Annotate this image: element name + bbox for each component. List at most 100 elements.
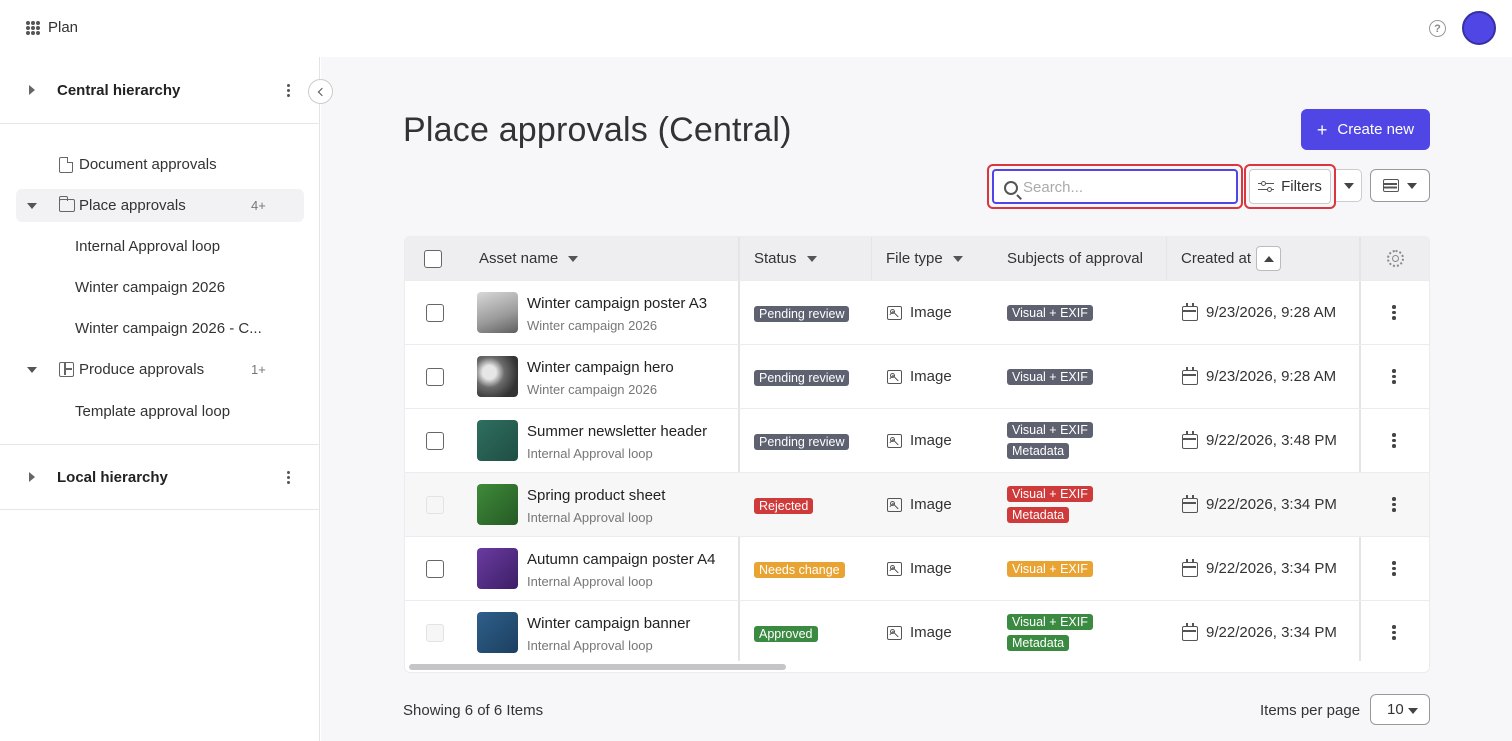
sort-caret-icon[interactable] — [952, 255, 963, 262]
column-header-created-at[interactable]: Created at — [1181, 237, 1282, 280]
table-row[interactable]: Winter campaign hero Winter campaign 202… — [405, 344, 1429, 408]
divider — [0, 509, 320, 510]
sidebar: Central hierarchy Document approvals Pla… — [0, 57, 320, 741]
expand-caret-icon[interactable] — [29, 472, 35, 482]
column-header-file-type[interactable]: File type — [886, 237, 963, 280]
horizontal-scrollbar[interactable] — [409, 664, 786, 670]
filters-button[interactable]: Filters — [1249, 169, 1331, 204]
plus-icon: + — [1316, 119, 1328, 140]
collapse-caret-icon[interactable] — [27, 366, 37, 373]
row-actions-icon[interactable] — [1392, 561, 1396, 576]
sort-caret-icon[interactable] — [806, 255, 817, 262]
table-row[interactable]: Winter campaign banner Internal Approval… — [405, 600, 1429, 664]
app-name: Plan — [48, 19, 79, 36]
table-row[interactable]: Autumn campaign poster A4 Internal Appro… — [405, 536, 1429, 600]
select-all-checkbox[interactable] — [424, 250, 442, 268]
row-actions-icon[interactable] — [1392, 625, 1396, 640]
items-per-page-select[interactable]: 10 — [1370, 694, 1430, 725]
create-new-button[interactable]: + Create new — [1301, 109, 1430, 150]
table-row[interactable]: Summer newsletter header Internal Approv… — [405, 408, 1429, 472]
column-label: File type — [886, 250, 943, 267]
column-header-status[interactable]: Status — [754, 237, 817, 280]
sidebar-item-winter-campaign-2026[interactable]: Winter campaign 2026 — [16, 271, 304, 304]
column-divider — [871, 237, 872, 280]
asset-name[interactable]: Winter campaign poster A3 — [527, 295, 707, 312]
column-label: Asset name — [479, 250, 559, 267]
asset-name[interactable]: Spring product sheet — [527, 487, 665, 504]
image-icon — [887, 306, 902, 320]
subject-badge: Visual + EXIF — [1007, 422, 1093, 438]
chevron-down-icon — [1407, 182, 1417, 189]
calendar-icon — [1182, 303, 1198, 321]
search-input[interactable] — [1023, 177, 1223, 197]
column-header-subjects[interactable]: Subjects of approval — [1007, 237, 1143, 280]
table-row[interactable]: Winter campaign poster A3 Winter campaig… — [405, 280, 1429, 344]
asset-thumbnail — [477, 420, 518, 461]
sidebar-item-count: 4+ — [251, 198, 266, 213]
collapse-sidebar-button[interactable] — [308, 79, 333, 104]
divider — [0, 123, 320, 124]
sidebar-item-document-approvals[interactable]: Document approvals — [16, 148, 304, 181]
sidebar-item-label: Internal Approval loop — [75, 238, 221, 255]
sidebar-item-label: Place approvals — [79, 197, 186, 214]
sidebar-item-winter-campaign-2026-c[interactable]: Winter campaign 2026 - C... — [16, 312, 304, 345]
calendar-icon — [1182, 559, 1198, 577]
asset-name[interactable]: Autumn campaign poster A4 — [527, 551, 715, 568]
created-at: 9/22/2026, 3:34 PM — [1206, 560, 1337, 577]
avatar[interactable] — [1462, 11, 1496, 45]
row-actions-icon[interactable] — [1392, 433, 1396, 448]
gear-icon[interactable] — [1387, 250, 1404, 267]
view-toggle-button[interactable] — [1370, 169, 1430, 202]
row-actions-icon[interactable] — [1392, 305, 1396, 320]
row-checkbox[interactable] — [426, 304, 444, 322]
help-icon[interactable]: ? — [1429, 20, 1446, 37]
row-actions-icon[interactable] — [1392, 369, 1396, 384]
apps-grid-icon[interactable] — [26, 21, 40, 35]
board-icon — [59, 362, 74, 377]
asset-name[interactable]: Winter campaign banner — [527, 615, 690, 632]
sidebar-item-place-approvals[interactable]: Place approvals 4+ — [16, 189, 304, 222]
status-badge: Pending review — [754, 370, 850, 386]
sidebar-item-label: Produce approvals — [79, 361, 205, 378]
sidebar-item-count: 1+ — [251, 362, 266, 377]
asset-name[interactable]: Winter campaign hero — [527, 359, 674, 376]
asset-name[interactable]: Summer newsletter header — [527, 423, 707, 440]
column-header-asset-name[interactable]: Asset name — [479, 237, 579, 280]
sidebar-item-produce-approvals[interactable]: Produce approvals 1+ — [16, 353, 304, 386]
sidebar-item-internal-approval-loop[interactable]: Internal Approval loop — [16, 230, 304, 263]
asset-thumbnail — [477, 612, 518, 653]
sidebar-item-template-approval-loop[interactable]: Template approval loop — [16, 395, 304, 428]
row-checkbox[interactable] — [426, 560, 444, 578]
asset-thumbnail — [477, 484, 518, 525]
asset-loop: Internal Approval loop — [527, 510, 653, 525]
search-highlight — [987, 164, 1243, 209]
sidebar-item-label: Winter campaign 2026 — [75, 279, 226, 296]
table-row[interactable]: Spring product sheet Internal Approval l… — [405, 472, 1429, 536]
document-icon — [59, 156, 73, 173]
asset-loop: Internal Approval loop — [527, 574, 653, 589]
subject-badge: Metadata — [1007, 635, 1070, 651]
search-box[interactable] — [992, 169, 1238, 204]
asset-thumbnail — [477, 356, 518, 397]
local-hierarchy-header[interactable]: Local hierarchy — [0, 444, 320, 510]
kebab-menu-icon[interactable] — [284, 83, 292, 97]
asset-thumbnail — [477, 292, 518, 333]
expand-caret-icon[interactable] — [29, 85, 35, 95]
central-hierarchy-header[interactable]: Central hierarchy — [0, 57, 320, 123]
sort-caret-icon[interactable] — [568, 255, 579, 262]
kebab-menu-icon[interactable] — [284, 470, 292, 484]
created-at: 9/22/2026, 3:48 PM — [1206, 432, 1337, 449]
status-badge: Needs change — [754, 562, 845, 578]
chevron-left-icon — [317, 87, 327, 96]
filter-dropdown-button[interactable] — [1336, 169, 1362, 202]
row-checkbox[interactable] — [426, 432, 444, 450]
subject-badge: Visual + EXIF — [1007, 369, 1093, 385]
collapse-caret-icon[interactable] — [27, 202, 37, 209]
subject-badge: Visual + EXIF — [1007, 305, 1093, 321]
search-icon — [1004, 181, 1018, 195]
row-actions-icon[interactable] — [1392, 497, 1396, 512]
row-checkbox[interactable] — [426, 368, 444, 386]
sliders-icon — [1258, 180, 1275, 193]
calendar-icon — [1182, 367, 1198, 385]
sort-ascending-button[interactable] — [1256, 246, 1282, 271]
